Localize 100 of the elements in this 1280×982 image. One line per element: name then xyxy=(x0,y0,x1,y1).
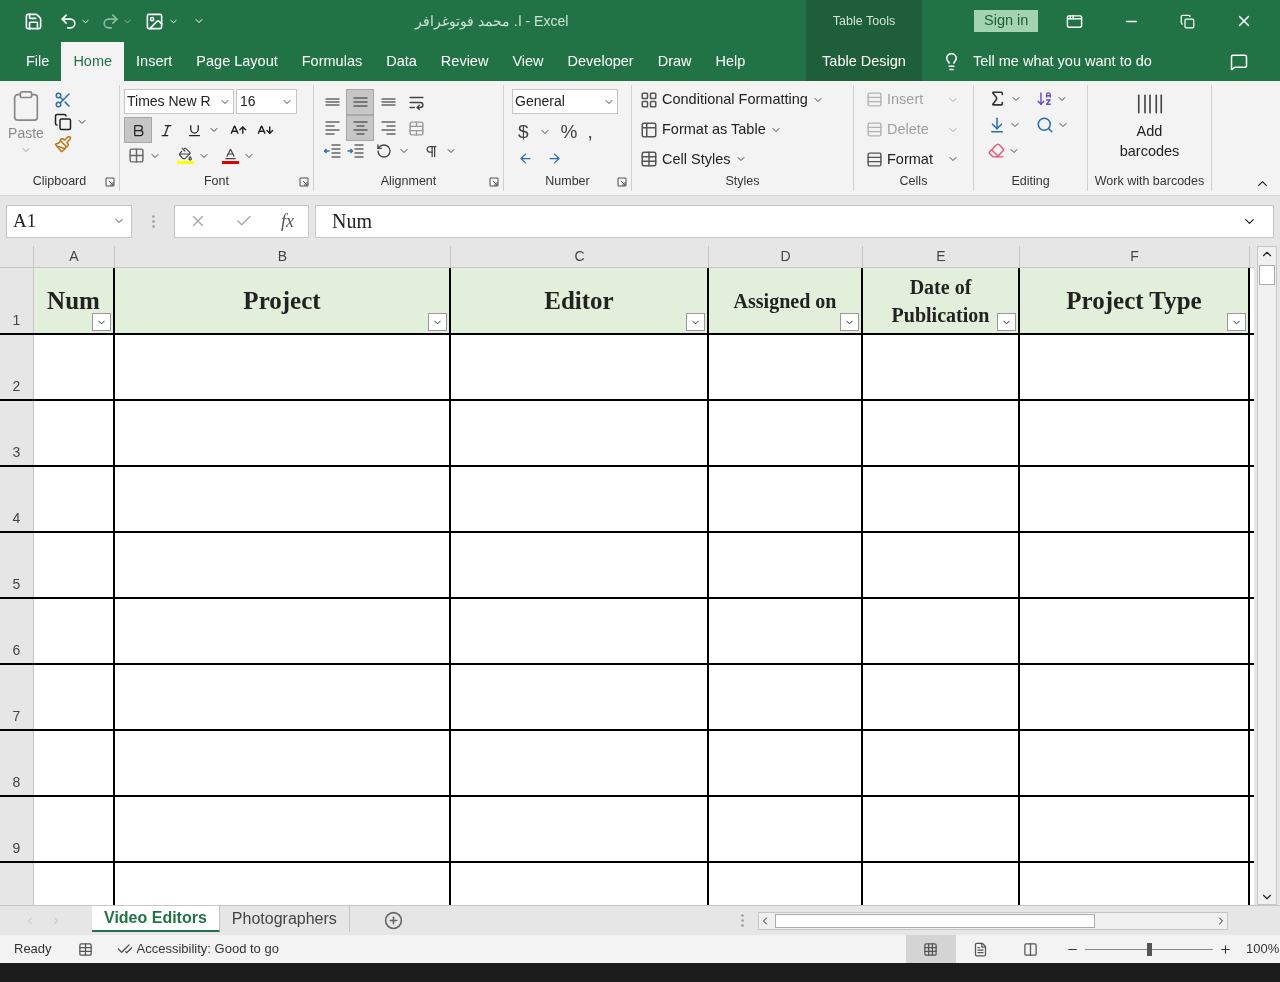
column-header[interactable]: C xyxy=(451,246,709,267)
add-barcodes-button[interactable]: Add barcodes xyxy=(1109,121,1190,161)
filter-dropdown-button[interactable] xyxy=(686,313,705,331)
font-color-icon[interactable] xyxy=(222,147,239,164)
group-label: Number xyxy=(545,172,590,190)
ribbon-tab[interactable]: Data xyxy=(374,42,429,81)
tell-me-search[interactable]: Tell me what you want to do xyxy=(973,50,1152,73)
fill-down-icon[interactable] xyxy=(988,116,1006,134)
sign-in-button[interactable]: Sign in xyxy=(974,10,1039,32)
dialog-launcher-icon[interactable] xyxy=(617,177,627,187)
sheet-tab[interactable]: Photographers xyxy=(219,906,350,932)
ribbon-tab[interactable]: Developer xyxy=(555,42,646,81)
row-header[interactable]: 7 xyxy=(0,665,34,729)
row-header[interactable]: 9 xyxy=(0,797,34,861)
ribbon-tab[interactable]: Page Layout xyxy=(184,42,290,81)
view-icon xyxy=(923,941,939,957)
increase-decimal-icon[interactable] xyxy=(518,150,533,166)
font-size-field[interactable]: 16 xyxy=(236,89,297,114)
sheet-tab[interactable]: Video Editors xyxy=(92,906,220,932)
filter-dropdown-button[interactable] xyxy=(840,313,859,331)
row-header[interactable]: 3 xyxy=(0,401,34,465)
fill-color-icon[interactable] xyxy=(177,147,194,164)
row-header[interactable]: 8 xyxy=(0,731,34,795)
number-format-field[interactable]: General xyxy=(512,89,618,114)
filter-dropdown-button[interactable] xyxy=(1227,313,1246,331)
formula-input[interactable]: Num xyxy=(315,204,1274,238)
decrease-decimal-icon[interactable] xyxy=(547,150,562,166)
eraser-icon[interactable] xyxy=(988,142,1005,159)
row-header[interactable]: 4 xyxy=(0,467,34,531)
undo-icon[interactable] xyxy=(59,11,78,31)
dialog-launcher-icon[interactable] xyxy=(299,177,309,187)
scroll-thumb[interactable] xyxy=(774,913,1095,928)
merge-cells-icon[interactable] xyxy=(408,119,425,137)
ribbon-tab[interactable]: Table Design xyxy=(814,42,914,81)
font-name-field[interactable]: Times New R xyxy=(124,89,234,114)
restore-icon[interactable] xyxy=(1180,13,1196,29)
dialog-launcher-icon[interactable] xyxy=(105,177,115,187)
style-icon xyxy=(640,90,658,109)
ribbon-tab[interactable]: Formulas xyxy=(289,42,375,81)
insert-function-button[interactable]: fx xyxy=(281,207,294,235)
ribbon-tab[interactable]: Draw xyxy=(645,42,704,81)
bold-button[interactable] xyxy=(124,117,152,143)
dialog-launcher-icon[interactable] xyxy=(489,177,499,187)
zoom-slider-thumb[interactable] xyxy=(1146,942,1152,956)
cells-menu-button[interactable]: Format xyxy=(887,148,943,171)
vertical-scrollbar[interactable] xyxy=(1257,246,1277,905)
row-header[interactable]: 1 xyxy=(0,268,34,333)
number-format-symbol[interactable]: , xyxy=(587,118,593,147)
ribbon-tab[interactable]: Review xyxy=(428,42,501,81)
grip-icon[interactable] xyxy=(151,214,155,228)
table-header-cell[interactable]: Editor xyxy=(451,268,709,333)
filter-dropdown-button[interactable] xyxy=(997,313,1016,331)
row-header[interactable]: 5 xyxy=(0,533,34,597)
filter-dropdown-button[interactable] xyxy=(92,313,111,331)
zoom-in-icon[interactable] xyxy=(1218,942,1232,956)
vertical-align-button[interactable] xyxy=(346,89,374,115)
table-header-cell[interactable]: Project Type xyxy=(1020,268,1250,333)
horizontal-scrollbar[interactable] xyxy=(757,911,1228,930)
styles-menu-button[interactable]: Format as Table xyxy=(662,118,766,141)
styles-menu-button[interactable]: Conditional Formatting xyxy=(662,89,808,111)
filter-dropdown-button[interactable] xyxy=(428,313,447,331)
row-header[interactable]: 2 xyxy=(0,335,34,399)
table-header-cell[interactable]: Assigned on xyxy=(709,268,863,333)
column-header[interactable]: E xyxy=(863,246,1020,267)
ribbon-tab[interactable]: Home xyxy=(61,42,125,81)
redo-icon[interactable] xyxy=(101,11,120,31)
table-header-cell[interactable]: Date of Publication xyxy=(863,268,1020,333)
scroll-thumb[interactable] xyxy=(1259,265,1275,285)
column-header[interactable]: D xyxy=(709,246,863,267)
add-sheet-icon[interactable] xyxy=(383,911,403,930)
ribbon-tab[interactable]: File xyxy=(14,42,62,81)
column-header[interactable]: B xyxy=(115,246,451,267)
grip-icon[interactable] xyxy=(740,914,744,927)
number-format-symbol[interactable]: $ xyxy=(518,118,529,147)
zoom-level[interactable]: 100% xyxy=(1245,939,1280,959)
ribbon-tab[interactable]: Help xyxy=(703,42,758,81)
number-format-symbol[interactable]: % xyxy=(560,118,578,147)
name-box[interactable]: A1 xyxy=(6,204,132,238)
ribbon-tab[interactable]: Insert xyxy=(124,42,185,81)
accessibility-status[interactable]: Accessibility: Good to go xyxy=(136,939,279,959)
table-header-cell[interactable]: Num xyxy=(34,268,115,333)
view-button[interactable] xyxy=(905,935,956,963)
ribbon-tab[interactable]: View xyxy=(500,42,556,81)
copy-icon[interactable] xyxy=(54,113,72,131)
table-header-cell[interactable]: Project xyxy=(115,268,451,333)
borders-icon[interactable] xyxy=(128,147,145,164)
ribbon-display-icon[interactable] xyxy=(1066,12,1084,30)
comments-icon[interactable] xyxy=(1229,52,1248,71)
cut-icon[interactable] xyxy=(54,91,72,109)
macro-recording-icon[interactable] xyxy=(77,941,93,957)
orientation-icon[interactable] xyxy=(376,143,392,159)
row-header[interactable]: 6 xyxy=(0,599,34,663)
styles-menu-button[interactable]: Cell Styles xyxy=(662,148,731,171)
search-icon[interactable] xyxy=(1035,116,1054,134)
save-icon[interactable] xyxy=(24,11,43,31)
sort-icon[interactable] xyxy=(1035,90,1053,107)
picture-icon[interactable] xyxy=(145,11,164,31)
column-header[interactable]: F xyxy=(1020,246,1250,267)
column-header[interactable]: A xyxy=(34,246,115,267)
text-direction-icon[interactable] xyxy=(424,143,439,159)
